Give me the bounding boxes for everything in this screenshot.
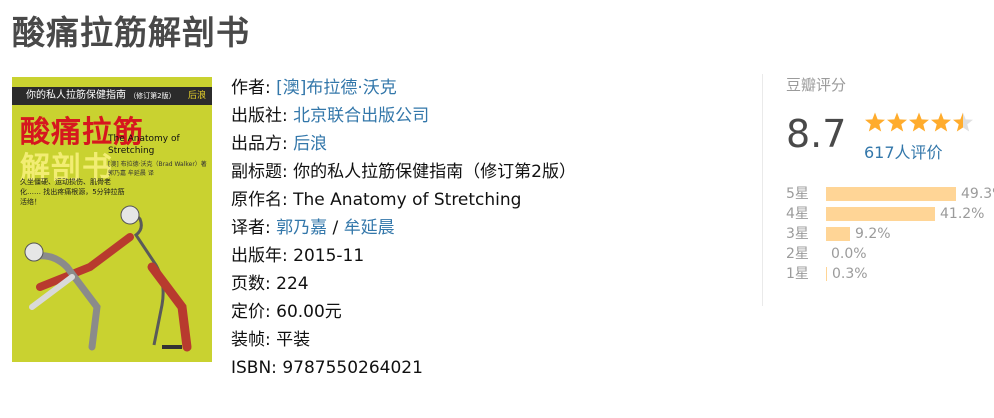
cover-banner-text: 你的私人拉筋保健指南 (26, 90, 126, 101)
meta-publisher: 出版社: 北京联合出版公司 (231, 102, 576, 130)
producer-link[interactable]: 后浪 (293, 134, 327, 154)
cover-author: [澳] 布拉德·沃克（Brad Walker）著 (108, 161, 207, 168)
meta-price: 定价: 60.00元 (231, 298, 576, 326)
meta-key: 出品方: (231, 134, 288, 154)
pages-value: 224 (276, 274, 309, 294)
translator-link-1[interactable]: 郭乃嘉 (276, 218, 327, 238)
rating-row-label: 4星 (786, 206, 809, 222)
rating-row: 5星 49.3% (786, 184, 994, 204)
rating-percent: 0.0% (831, 246, 867, 262)
rating-bar (826, 267, 827, 281)
star-icon (887, 112, 907, 132)
isbn-value: 9787550264021 (282, 358, 423, 378)
binding-value: 平装 (276, 330, 311, 350)
translator-link-2[interactable]: 牟延晨 (344, 218, 395, 238)
rating-count-link[interactable]: 617人评价 (864, 139, 943, 163)
meta-author: 作者: [澳]布拉德·沃克 (231, 74, 576, 102)
meta-key: 出版年: (231, 246, 288, 266)
cover-translator: 郭乃嘉 牟延晨 译 (108, 170, 154, 177)
rating-percent: 0.3% (832, 266, 868, 282)
meta-key: 定价: (231, 302, 271, 322)
rating-percent: 9.2% (855, 226, 891, 242)
rating-row: 3星 9.2% (786, 224, 986, 244)
rating-row: 2星 0.0% (786, 244, 986, 264)
rating-row-label: 5星 (786, 186, 809, 202)
douban-rating-panel: 豆瓣评分 8.7 617人评价 5星 49.3% 4星 41.2% 3星 9.2% 2星 0.… (762, 74, 994, 306)
meta-translator: 译者: 郭乃嘉 / 牟延晨 (231, 214, 576, 242)
meta-key: 装帧: (231, 330, 271, 350)
star-icon (931, 112, 951, 132)
cover-english-title: The Anatomy of Stretching (108, 134, 180, 156)
rating-bar (826, 187, 956, 201)
rating-bar (826, 227, 850, 241)
star-icon (953, 112, 973, 132)
meta-key: 副标题: (231, 162, 288, 182)
meta-subtitle: 副标题: 你的私人拉筋保健指南（修订第2版） (231, 158, 576, 186)
meta-key: 译者: (231, 218, 271, 238)
meta-producer: 出品方: 后浪 (231, 130, 576, 158)
rating-label: 豆瓣评分 (786, 76, 847, 94)
star-icon (865, 112, 885, 132)
meta-key: 作者: (231, 78, 271, 98)
price-value: 60.00元 (276, 302, 342, 322)
cover-author-line: [澳] 布拉德·沃克（Brad Walker）著 郭乃嘉 牟延晨 译 (108, 159, 207, 177)
rating-row-label: 1星 (786, 266, 809, 282)
meta-key: ISBN: (231, 358, 277, 378)
translator-separator: / (327, 218, 344, 238)
book-meta: 作者: [澳]布拉德·沃克 出版社: 北京联合出版公司 出品方: 后浪 副标题:… (231, 74, 576, 382)
cover-illustration (24, 205, 192, 352)
meta-binding: 装帧: 平装 (231, 326, 576, 354)
rating-stars (865, 112, 973, 132)
meta-isbn: ISBN: 9787550264021 (231, 354, 576, 382)
rating-row: 1星 0.3% (786, 264, 986, 284)
rating-score: 8.7 (786, 112, 847, 156)
original-title-value: The Anatomy of Stretching (293, 190, 522, 210)
publisher-link[interactable]: 北京联合出版公司 (293, 106, 429, 126)
rating-distribution: 5星 49.3% 4星 41.2% 3星 9.2% 2星 0.0% 1星 0.3% (786, 184, 994, 284)
star-icon (909, 112, 929, 132)
cover-brand: 后浪 (187, 91, 206, 101)
author-link[interactable]: [澳]布拉德·沃克 (276, 78, 397, 98)
publish-year-value: 2015-11 (293, 246, 365, 266)
meta-key: 出版社: (231, 106, 288, 126)
meta-key: 原作名: (231, 190, 288, 210)
page-title: 酸痛拉筋解剖书 (12, 13, 250, 52)
book-cover[interactable]: 你的私人拉筋保健指南 （修订第2版） 后浪 酸痛拉筋 解剖书 The Anato… (12, 77, 212, 362)
cover-banner: 你的私人拉筋保健指南 （修订第2版） 后浪 (12, 87, 212, 105)
subtitle-value: 你的私人拉筋保健指南（修订第2版） (293, 162, 576, 182)
rating-percent: 41.2% (940, 206, 985, 222)
meta-key: 页数: (231, 274, 271, 294)
meta-publish-year: 出版年: 2015-11 (231, 242, 576, 270)
meta-original-title: 原作名: The Anatomy of Stretching (231, 186, 576, 214)
rating-bar (826, 207, 935, 221)
rating-percent: 49.3% (961, 186, 994, 202)
rating-row: 4星 41.2% (786, 204, 986, 224)
rating-row-label: 2星 (786, 246, 809, 262)
cover-edition: （修订第2版） (129, 92, 176, 100)
rating-row-label: 3星 (786, 226, 809, 242)
meta-pages: 页数: 224 (231, 270, 576, 298)
